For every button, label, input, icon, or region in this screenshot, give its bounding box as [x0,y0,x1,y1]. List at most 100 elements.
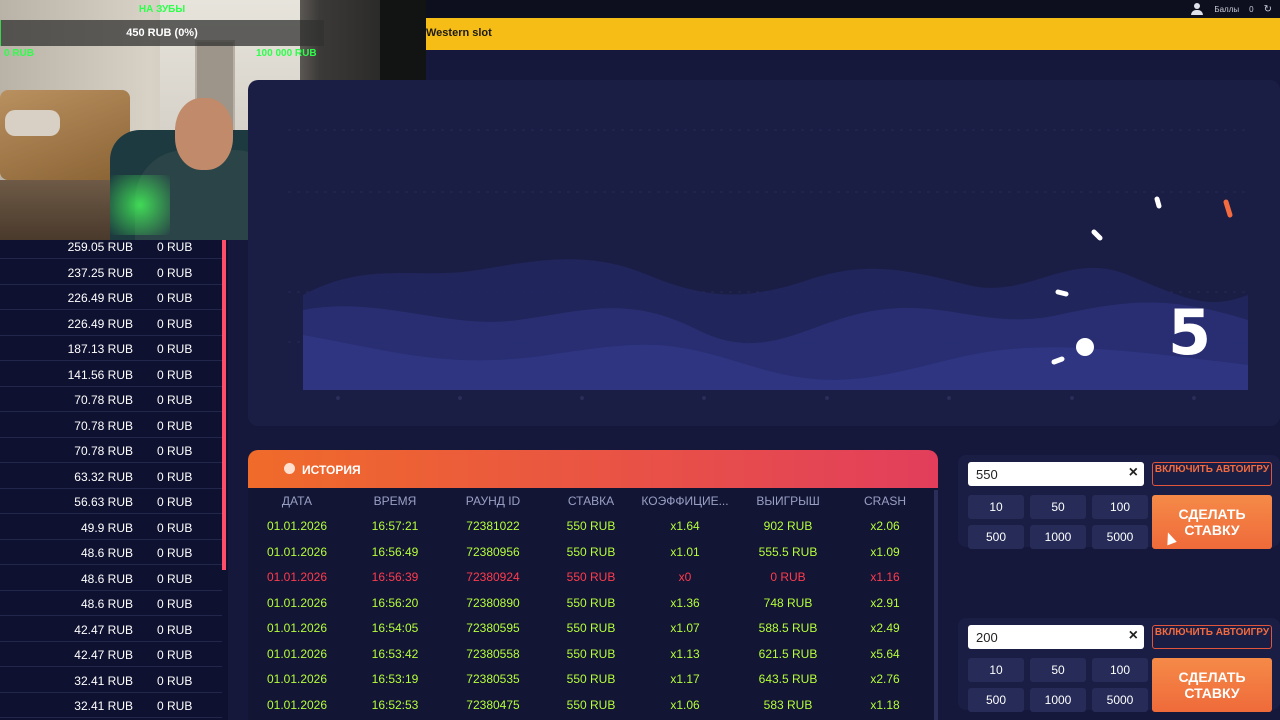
bet-amount: 48.6 RUB [80,546,133,560]
history-cell-crash: x1.18 [870,697,900,712]
bet-chip-button[interactable]: 1000 [1030,525,1086,549]
webcam-person-head [175,98,233,170]
bet-amount: 42.47 RUB [74,648,133,662]
history-row: 01.01.2026 16:56:39 72380924 550 RUB x0 0 RUB… [248,564,934,589]
history-cell-coef: x1.64 [670,519,700,533]
bet-amount: 187.13 RUB [67,342,133,356]
history-column-header[interactable]: СТАВКА [541,494,641,508]
bet-amount: 226.49 RUB [67,291,133,305]
bet-amount-input[interactable]: 550 × [968,462,1144,486]
donation-goal-bar: 450 RUB (0%) [0,20,324,46]
history-cell-time: 16:56:49 [371,544,419,559]
history-cell-win: 902 RUB [763,519,813,533]
points-value: 0 [1249,4,1254,14]
history-cell-round: 72380924 [466,570,520,584]
history-column-header[interactable]: КОЭФФИЦИЕ... [635,494,735,508]
bet-chip-button[interactable]: 50 [1030,658,1086,682]
donation-goal-min: 0 RUB [4,48,35,59]
history-column-header[interactable]: ВЫИГРЫШ [738,494,838,508]
history-cell-bet: 550 RUB [566,595,616,610]
bet-win: 0 RUB [157,342,193,356]
bets-list-row: 226.49 RUB 0 RUB [0,285,222,310]
user-icon[interactable] [1190,2,1204,16]
bet-amount: 56.63 RUB [74,495,133,509]
game-canvas [248,80,1280,426]
bets-list-row: 141.56 RUB 0 RUB [0,362,222,387]
bet-win: 0 RUB [157,622,193,637]
bet-win: 0 RUB [157,520,193,535]
history-cell-date: 01.01.2026 [266,519,328,533]
place-bet-button[interactable]: СДЕЛАТЬ СТАВКУ [1152,658,1272,712]
bet-win: 0 RUB [157,418,193,433]
bet-chip-button[interactable]: 10 [968,495,1024,519]
bet-panel: 200 × ВКЛЮЧИТЬ АВТОИГРУ СДЕЛАТЬ СТАВКУ 10 50 1… [958,618,1280,712]
refresh-icon[interactable]: ↻ [1264,4,1272,15]
history-cell-win: 621.5 RUB [758,646,818,661]
bet-chip-button[interactable]: 5000 [1092,525,1148,549]
history-cell-crash: x5.64 [870,646,900,661]
history-cell-coef: x0 [678,570,692,584]
bets-list-row: 48.6 RUB 0 RUB [0,566,222,591]
history-cell-time: 16:52:53 [371,697,419,712]
bet-win: 0 RUB [157,291,193,305]
bet-amount-input[interactable]: 200 × [968,625,1144,649]
bets-list-row: 32.41 RUB 0 RUB [0,693,222,718]
bet-chip-button[interactable]: 10 [968,658,1024,682]
bet-chip-button[interactable]: 5000 [1092,688,1148,712]
bets-list-row: 70.78 RUB 0 RUB [0,413,222,438]
history-cell-time: 16:53:42 [371,646,419,661]
bet-chip-button[interactable]: 100 [1092,658,1148,682]
round-countdown: 5 [1168,296,1212,369]
user-area: Баллы 0 ↻ [1190,0,1272,18]
history-scrollbar[interactable] [934,490,938,720]
history-column-header[interactable]: ВРЕМЯ [345,494,445,508]
bets-list-row: 56.63 RUB 0 RUB [0,489,222,514]
bet-win: 0 RUB [157,673,193,688]
history-column-header[interactable]: РАУНД ID [443,494,543,508]
bets-list-row: 226.49 RUB 0 RUB [0,311,222,336]
history-cell-date: 01.01.2026 [266,646,328,661]
history-cell-coef: x1.36 [670,595,700,610]
history-cell-win: 748 RUB [763,595,813,610]
bet-win: 0 RUB [157,546,193,560]
donation-goal-max: 100 000 RUB [256,48,317,59]
bet-win: 0 RUB [157,265,193,280]
history-cell-date: 01.01.2026 [266,697,328,712]
autoplay-button[interactable]: ВКЛЮЧИТЬ АВТОИГРУ [1152,462,1272,486]
history-column-header[interactable]: ДАТА [248,494,347,508]
history-cell-coef: x1.07 [670,621,700,635]
bet-chip-button[interactable]: 100 [1092,495,1148,519]
bet-amount: 49.9 RUB [80,520,133,535]
clock-icon [284,463,295,474]
autoplay-button[interactable]: ВКЛЮЧИТЬ АВТОИГРУ [1152,625,1272,649]
history-cell-date: 01.01.2026 [266,544,328,559]
bet-chip-button[interactable]: 500 [968,688,1024,712]
clear-icon[interactable]: × [1129,464,1138,482]
bets-list-row: 48.6 RUB 0 RUB [0,540,222,565]
bet-win: 0 RUB [157,367,193,382]
bet-chip-button[interactable]: 50 [1030,495,1086,519]
points-label: Баллы [1214,4,1240,14]
history-cell-time: 16:56:20 [371,595,419,610]
history-cell-time: 16:57:21 [371,519,419,533]
bet-chip-button[interactable]: 500 [968,525,1024,549]
history-cell-round: 72380956 [466,544,520,559]
bet-win: 0 RUB [157,393,193,407]
bet-amount-value[interactable]: 550 [976,467,998,482]
bet-panel: 550 × ВКЛЮЧИТЬ АВТОИГРУ СДЕЛАТЬ СТАВКУ 10 50 1… [958,455,1280,549]
history-cell-time: 16:54:05 [371,621,419,635]
bet-amount-value[interactable]: 200 [976,630,998,645]
history-row: 01.01.2026 16:53:42 72380558 550 RUB x1.13 62… [248,641,934,666]
bet-amount: 259.05 RUB [67,240,133,254]
history-cell-date: 01.01.2026 [266,621,328,635]
history-cell-win: 555.5 RUB [758,544,818,559]
history-column-header[interactable]: CRASH [835,494,935,508]
bets-list-scrollbar[interactable] [222,240,226,570]
history-row: 01.01.2026 16:56:49 72380956 550 RUB x1.01 55… [248,539,934,564]
clear-icon[interactable]: × [1129,627,1138,645]
bets-list-row: 48.6 RUB 0 RUB [0,591,222,616]
history-cell-date: 01.01.2026 [266,672,328,686]
history-cell-round: 72380558 [466,646,520,661]
bet-chip-button[interactable]: 1000 [1030,688,1086,712]
history-cell-crash: x1.16 [870,570,900,584]
